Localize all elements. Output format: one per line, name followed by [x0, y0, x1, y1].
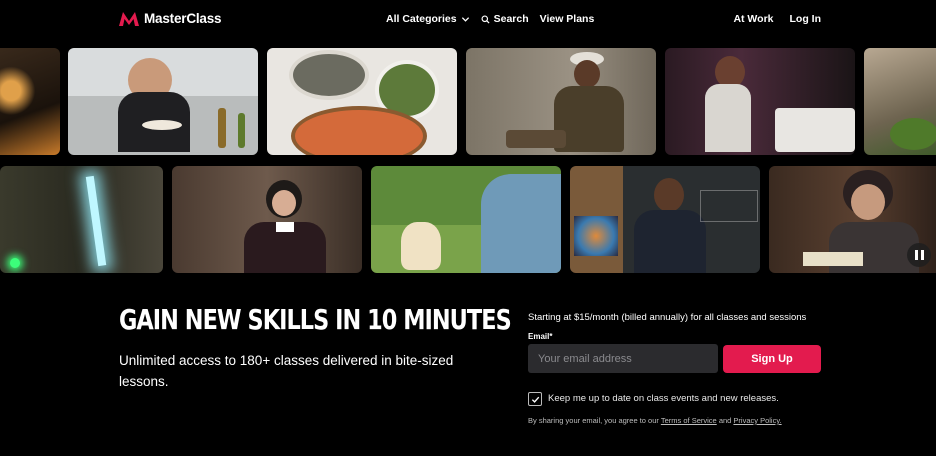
class-tile[interactable] — [665, 48, 855, 155]
class-tile[interactable] — [68, 48, 258, 155]
hero-subtext: Unlimited access to 180+ classes deliver… — [119, 353, 454, 389]
page-title: GAIN NEW SKILLS IN 10 MINUTES — [119, 303, 512, 336]
pause-icon — [914, 250, 918, 260]
search-button[interactable]: Search — [481, 13, 529, 25]
legal-prefix: By sharing your email, you agree to our — [528, 416, 659, 425]
email-field[interactable] — [528, 344, 718, 373]
updates-checkbox-label: Keep me up to date on class events and n… — [548, 393, 779, 404]
view-plans-label: View Plans — [539, 13, 595, 25]
at-work-link[interactable]: At Work — [733, 13, 773, 25]
all-categories-menu[interactable]: All Categories — [386, 13, 470, 25]
class-tile[interactable] — [864, 48, 936, 155]
privacy-policy-link[interactable]: Privacy Policy. — [733, 416, 781, 425]
class-tile[interactable] — [570, 166, 760, 273]
updates-checkbox[interactable] — [528, 392, 542, 406]
sign-up-button[interactable]: Sign Up — [723, 345, 821, 373]
class-tile[interactable] — [0, 166, 163, 273]
checkmark-icon — [531, 396, 539, 403]
class-tile[interactable] — [267, 48, 457, 155]
terms-of-service-link[interactable]: Terms of Service — [661, 416, 717, 425]
class-thumbnail — [0, 166, 163, 273]
pause-button[interactable] — [907, 243, 931, 267]
top-nav: MasterClass All Categories Search View P… — [0, 0, 936, 42]
search-icon — [481, 14, 490, 24]
legal-and: and — [718, 416, 732, 425]
class-thumbnail — [0, 48, 60, 155]
brand-logo[interactable]: MasterClass — [119, 11, 222, 26]
masterclass-logo-icon — [119, 11, 139, 26]
log-in-link[interactable]: Log In — [790, 13, 822, 25]
legal-text: By sharing your email, you agree to our … — [528, 416, 782, 425]
chevron-down-icon — [461, 16, 469, 22]
class-tile[interactable] — [172, 166, 362, 273]
class-tile[interactable] — [371, 166, 561, 273]
class-tile[interactable] — [0, 48, 60, 155]
class-tile[interactable] — [466, 48, 656, 155]
search-label: Search — [493, 13, 529, 25]
view-plans-link[interactable]: View Plans — [540, 13, 595, 25]
all-categories-label: All Categories — [386, 13, 457, 25]
pricing-text: Starting at $15/month (billed annually) … — [528, 312, 807, 323]
brand-name: MasterClass — [144, 11, 222, 26]
email-label: Email* — [528, 332, 553, 341]
